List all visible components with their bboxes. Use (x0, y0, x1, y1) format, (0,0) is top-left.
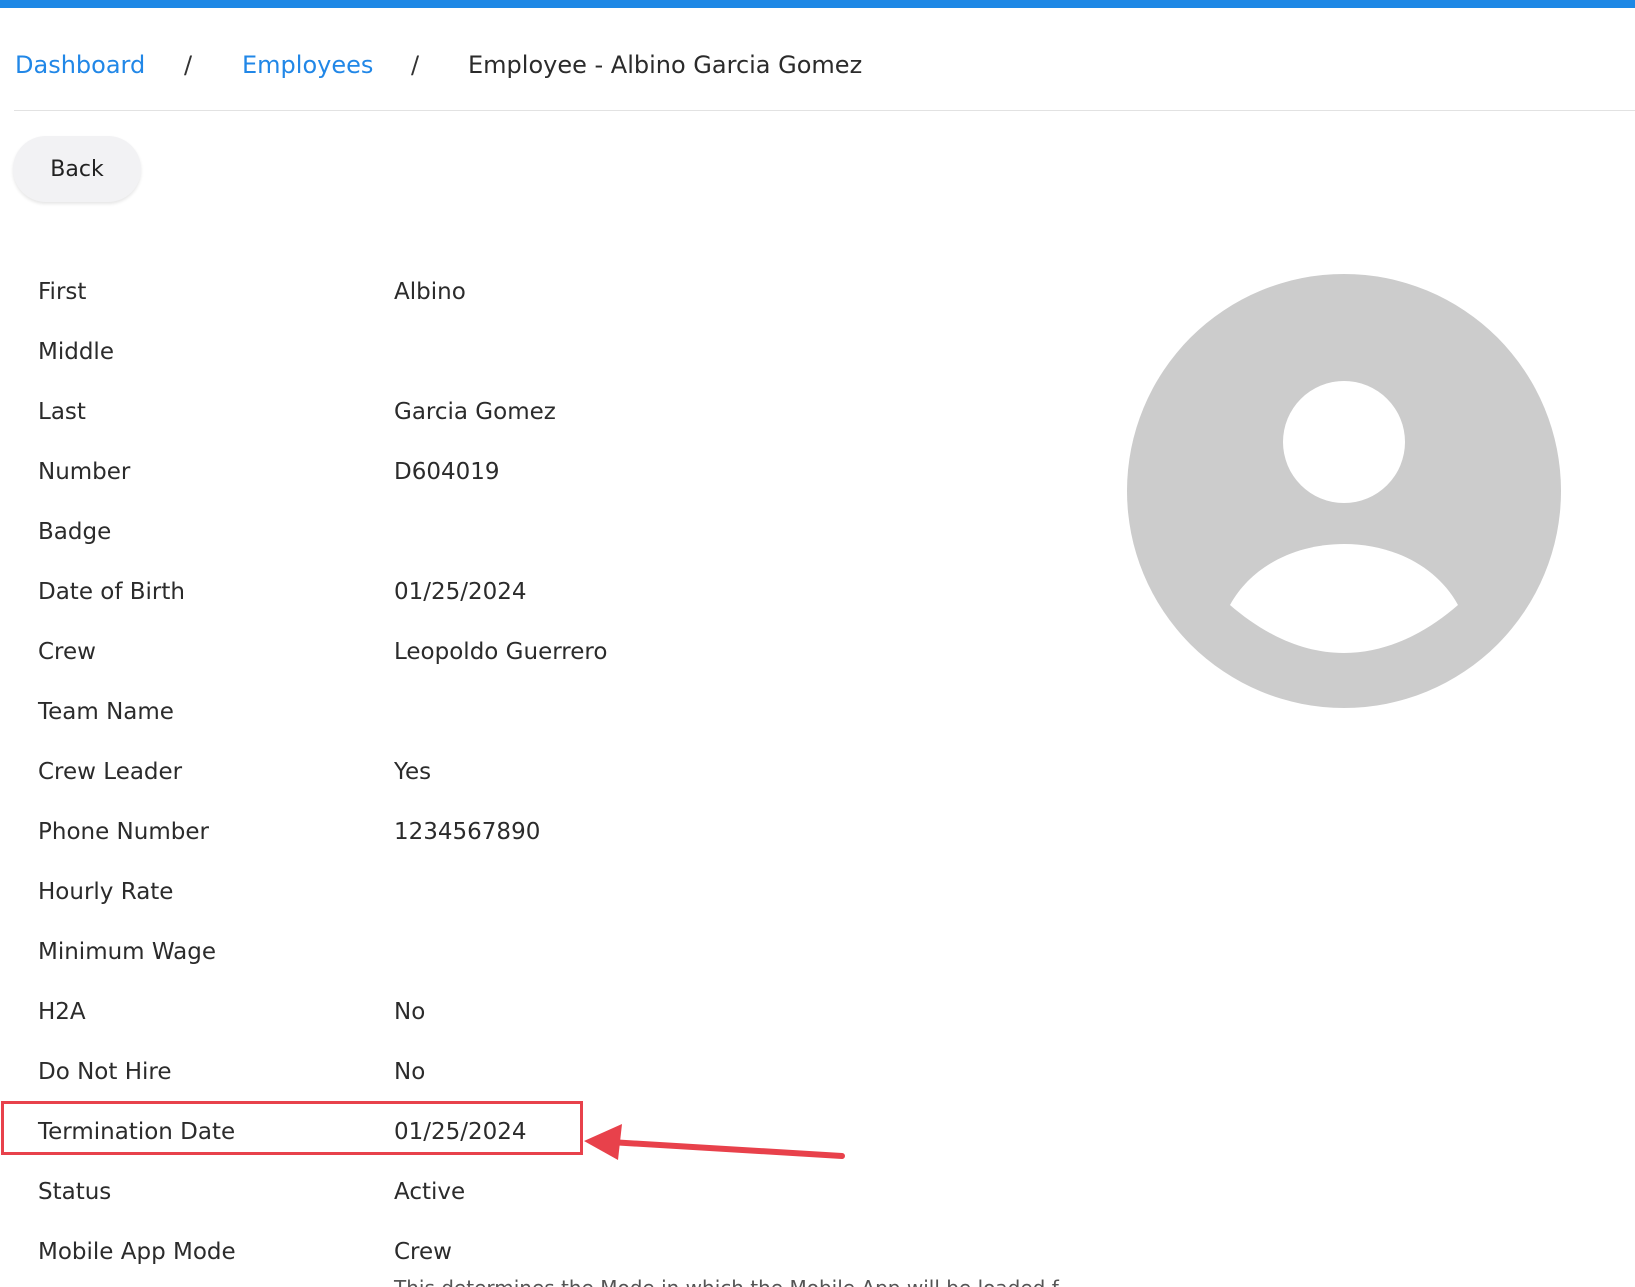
field-row-team-name: Team Name (0, 692, 1000, 732)
field-label: Middle (38, 339, 114, 365)
field-value: 1234567890 (394, 819, 541, 845)
field-row-mobile-app-mode: Mobile App Mode Crew (0, 1232, 1000, 1272)
field-label: Number (38, 459, 131, 485)
field-label: Hourly Rate (38, 879, 174, 905)
field-value: No (394, 1059, 426, 1085)
field-label: Phone Number (38, 819, 209, 845)
field-label: Minimum Wage (38, 939, 217, 965)
field-label: Crew (38, 639, 96, 665)
red-arrow-icon (584, 1124, 845, 1160)
field-value: Leopoldo Guerrero (394, 639, 608, 665)
field-row-status: Status Active (0, 1172, 1000, 1212)
field-row-hourly-rate: Hourly Rate (0, 872, 1000, 912)
field-value: D604019 (394, 459, 500, 485)
field-row-phone-number: Phone Number 1234567890 (0, 812, 1000, 852)
field-row-first: First Albino (0, 272, 1000, 312)
field-label: Crew Leader (38, 759, 183, 785)
field-label: Date of Birth (38, 579, 185, 605)
user-avatar-icon (1127, 274, 1561, 708)
mobile-app-mode-help-text: This determines the Mode in which the Mo… (394, 1276, 1059, 1287)
field-label: Team Name (38, 699, 174, 725)
field-label: Mobile App Mode (38, 1239, 236, 1265)
field-row-crew-leader: Crew Leader Yes (0, 752, 1000, 792)
annotation-highlight-box (1, 1101, 583, 1155)
field-value: Garcia Gomez (394, 399, 556, 425)
field-value: Active (394, 1179, 466, 1205)
field-row-last: Last Garcia Gomez (0, 392, 1000, 432)
field-row-badge: Badge (0, 512, 1000, 552)
field-value: Albino (394, 279, 466, 305)
field-value: 01/25/2024 (394, 579, 527, 605)
field-row-crew: Crew Leopoldo Guerrero (0, 632, 1000, 672)
field-value: No (394, 999, 426, 1025)
field-row-h2a: H2A No (0, 992, 1000, 1032)
field-label: Badge (38, 519, 112, 545)
field-value: Yes (394, 759, 432, 785)
field-label: First (38, 279, 87, 305)
field-value: Crew (394, 1239, 452, 1265)
field-row-date-of-birth: Date of Birth 01/25/2024 (0, 572, 1000, 612)
field-label: H2A (38, 999, 86, 1025)
field-label: Do Not Hire (38, 1059, 172, 1085)
field-row-minimum-wage: Minimum Wage (0, 932, 1000, 972)
field-row-number: Number D604019 (0, 452, 1000, 492)
field-label: Last (38, 399, 86, 425)
field-row-middle: Middle (0, 332, 1000, 372)
field-row-do-not-hire: Do Not Hire No (0, 1052, 1000, 1092)
field-label: Status (38, 1179, 112, 1205)
